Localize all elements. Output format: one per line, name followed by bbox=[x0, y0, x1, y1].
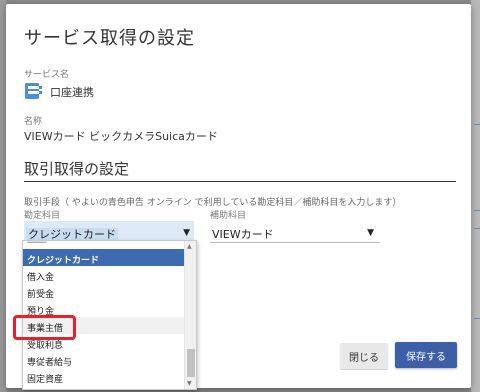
card-name-value: VIEWカード ビックカメラSuicaカード bbox=[24, 130, 218, 143]
account-label: 勘定科目 bbox=[24, 211, 61, 221]
backdrop-line bbox=[474, 228, 480, 229]
dropdown-cut-item: ━━━━ bbox=[27, 241, 47, 247]
section-divider bbox=[24, 181, 456, 182]
sub-account-label: 補助科目 bbox=[210, 211, 247, 221]
sub-account-select-value: VIEWカード bbox=[212, 228, 274, 241]
backdrop-right bbox=[471, 0, 480, 392]
dropdown-item-deposit-received[interactable]: 預り金 bbox=[23, 300, 185, 317]
card-name-label: 名称 bbox=[24, 117, 43, 127]
sub-account-select[interactable]: VIEWカード ▼ bbox=[210, 221, 380, 243]
service-name-label: サービス名 bbox=[24, 70, 70, 80]
backdrop-line bbox=[474, 210, 480, 211]
account-dropdown-list: ━━━━ クレジットカード 借入金 前受金 預り金 事業主借 受取利息 専従者給… bbox=[22, 240, 197, 390]
scroll-down-icon[interactable]: ▼ bbox=[187, 380, 192, 387]
dropdown-item-family-salary[interactable]: 専従者給与 bbox=[23, 351, 185, 368]
service-name-value: 口座連携 bbox=[50, 86, 94, 99]
scroll-thumb[interactable] bbox=[187, 349, 195, 377]
section-title: 取引取得の設定 bbox=[24, 160, 130, 178]
close-button[interactable]: 閉じる bbox=[340, 343, 388, 369]
caret-down-icon: ▼ bbox=[183, 228, 190, 238]
backdrop-line bbox=[474, 318, 480, 319]
scroll-up-icon[interactable]: ▲ bbox=[187, 243, 192, 250]
dropdown-item-owner-borrowing[interactable]: 事業主借 bbox=[23, 317, 185, 334]
dropdown-item-advance-received[interactable]: 前受金 bbox=[23, 283, 185, 300]
backdrop-line bbox=[474, 124, 480, 125]
dropdown-item-fixed-assets[interactable]: 固定資産 bbox=[23, 368, 185, 385]
save-button[interactable]: 保存する bbox=[395, 342, 457, 368]
bank-link-icon bbox=[24, 81, 44, 101]
dropdown-scrollbar[interactable]: ▲ ▼ bbox=[184, 241, 196, 389]
modal-title: サービス取得の設定 bbox=[24, 28, 195, 49]
dropdown-item-credit-card[interactable]: クレジットカード bbox=[23, 249, 185, 266]
section-hint: 取引手段（ やよいの青色申告 オンライン で利用している勘定科目／補助科目を入力… bbox=[24, 198, 402, 208]
dropdown-item-interest-received[interactable]: 受取利息 bbox=[23, 334, 185, 351]
caret-down-icon: ▼ bbox=[367, 228, 374, 238]
dropdown-item-loan[interactable]: 借入金 bbox=[23, 266, 185, 283]
